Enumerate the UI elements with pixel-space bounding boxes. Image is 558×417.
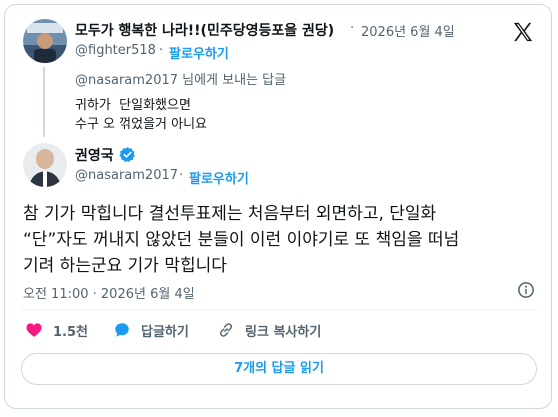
copy-link-label: 링크 복사하기: [245, 325, 322, 340]
reply-separator: ·: [350, 21, 355, 36]
link-icon: [217, 321, 235, 339]
main-handle-separator: ·: [179, 168, 184, 183]
x-logo-icon[interactable]: [512, 21, 534, 43]
info-icon[interactable]: [517, 281, 535, 299]
copy-link-button[interactable]: 링크 복사하기: [215, 319, 335, 341]
thread-connector-line: [43, 67, 45, 137]
reply-button[interactable]: 답글하기: [111, 319, 201, 341]
reply-text-line-1: 귀하가 단일화했으면: [75, 98, 191, 113]
like-count: 1.5천: [53, 325, 88, 340]
reply-author-name[interactable]: 모두가 행복한 나라!!(민주당영등포을 권당): [75, 20, 334, 40]
main-author-avatar[interactable]: [23, 143, 67, 187]
main-author-name[interactable]: 권영국: [75, 145, 114, 165]
reply-text-line-2: 수구 오 꺾었을거 아니요: [75, 117, 207, 132]
read-replies-button[interactable]: 7개의 답글 읽기: [21, 353, 537, 385]
reply-author-handle[interactable]: @fighter518: [75, 43, 156, 58]
like-button[interactable]: 1.5천: [21, 319, 101, 341]
reply-date[interactable]: 2026년 6월 4일: [361, 21, 455, 40]
embedded-tweet-card: 모두가 행복한 나라!!(민주당영등포을 권당) · 2026년 6월 4일 @…: [4, 4, 552, 409]
main-follow-button[interactable]: 팔로우하기: [189, 168, 249, 187]
verified-badge-icon: [119, 146, 136, 163]
timestamp-divider: [21, 309, 537, 310]
reply-bubble-icon: [113, 321, 131, 339]
main-tweet-text: 참 기가 막힙니다 결선투표제는 처음부터 외면하고, 단일화 “단”자도 꺼내…: [23, 204, 460, 276]
main-tweet-timestamp[interactable]: 오전 11:00 · 2026년 6월 4일: [23, 283, 195, 302]
main-author-handle[interactable]: @nasaram2017: [75, 168, 178, 183]
heart-icon: [25, 321, 43, 339]
reply-author-avatar[interactable]: [23, 19, 67, 63]
replying-to-label[interactable]: @nasaram2017 님에게 보내는 답글: [75, 69, 286, 88]
reply-handle-separator: ·: [159, 43, 164, 58]
reply-follow-button[interactable]: 팔로우하기: [169, 43, 229, 62]
reply-label: 답글하기: [141, 325, 189, 340]
